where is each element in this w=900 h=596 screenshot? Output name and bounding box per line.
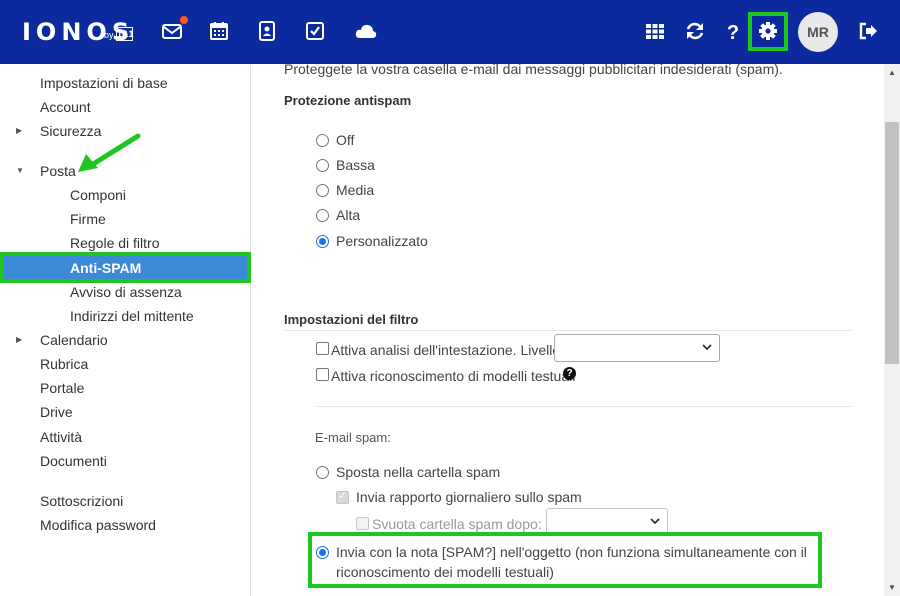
sidebar-item-impostazioni-di-base[interactable]: Impostazioni di base — [0, 71, 251, 95]
sidebar-item-drive[interactable]: Drive — [0, 400, 251, 424]
sidebar-item-firme[interactable]: Firme — [0, 207, 251, 231]
chevron-down-icon — [650, 518, 660, 525]
logout-icon[interactable] — [857, 20, 879, 42]
anti-spam-highlight-box — [0, 252, 251, 283]
sidebar-item-sottoscrizioni[interactable]: Sottoscrizioni — [0, 489, 251, 513]
sidebar-item-modifica-password[interactable]: Modifica password — [0, 513, 251, 537]
scrollbar-thumb[interactable] — [885, 122, 899, 364]
anti-spam-settings-panel: Proteggete la vostra casella e-mail dai … — [252, 61, 884, 596]
sidebar-item-label: Account — [40, 99, 91, 115]
radio-off[interactable] — [316, 134, 329, 147]
filter-section-title: Impostazioni del filtro — [284, 312, 419, 327]
sidebar-item-account[interactable]: Account — [0, 95, 251, 119]
radio-bassa[interactable] — [316, 159, 329, 172]
svg-text:?: ? — [727, 22, 739, 42]
send-with-note-highlight-box — [308, 532, 822, 588]
sidebar-item-label: Portale — [40, 380, 85, 396]
section-divider — [316, 406, 852, 407]
sidebar-item-label: Rubrica — [40, 356, 89, 372]
radio-alta-label[interactable]: Alta — [336, 207, 360, 223]
header-analysis-label[interactable]: Attiva analisi dell'intestazione. Livell… — [331, 342, 564, 358]
scroll-down-icon[interactable]: ▼ — [888, 583, 896, 592]
sidebar-item-label: Componi — [70, 187, 127, 203]
contacts-icon[interactable] — [256, 20, 278, 42]
radio-move-to-spam-label[interactable]: Sposta nella cartella spam — [336, 464, 500, 480]
intro-text: Proteggete la vostra casella e-mail dai … — [284, 61, 783, 77]
help-icon[interactable]: ? — [722, 20, 744, 42]
radio-personalizzato-label[interactable]: Personalizzato — [336, 233, 428, 249]
header-analysis-checkbox[interactable] — [316, 342, 329, 355]
top-bar: IONOS by 1&1 ? MR — [0, 0, 900, 64]
radio-alta[interactable] — [316, 209, 329, 222]
spam-email-label: E-mail spam: — [315, 430, 391, 445]
sidebar-item-componi[interactable]: Componi — [0, 183, 251, 207]
chevron-down-icon — [702, 344, 712, 351]
sidebar-item-label: Impostazioni di base — [40, 75, 168, 91]
radio-off-label[interactable]: Off — [336, 132, 354, 148]
cloud-icon[interactable] — [354, 20, 377, 42]
empty-spam-checkbox[interactable] — [356, 517, 369, 530]
vertical-scrollbar[interactable]: ▲ ▼ — [884, 64, 900, 596]
sidebar-item-label: Drive — [40, 404, 73, 420]
sidebar-item-label: Attività — [40, 429, 83, 445]
logo-by-text: by — [104, 30, 114, 40]
mail-notification-dot — [180, 16, 188, 24]
section-divider — [284, 330, 852, 331]
sidebar-item-attivita[interactable]: Attività — [0, 425, 251, 449]
sidebar-item-label: Sottoscrizioni — [40, 493, 124, 509]
tasks-icon[interactable] — [304, 20, 326, 42]
empty-spam-label[interactable]: Svuota cartella spam dopo: — [372, 516, 542, 532]
refresh-icon[interactable] — [684, 20, 706, 42]
sidebar-item-label: Modifica password — [40, 517, 156, 533]
sidebar-item-label: Indirizzi del mittente — [70, 308, 194, 324]
question-help-icon[interactable]: ? — [563, 367, 576, 380]
logo-brand-badge: 1&1 — [116, 27, 134, 41]
radio-personalizzato[interactable] — [316, 235, 329, 248]
sidebar-item-documenti[interactable]: Documenti — [0, 449, 251, 473]
green-arrow-annotation — [78, 133, 141, 172]
mail-icon[interactable] — [161, 20, 183, 42]
sidebar-item-label: Calendario — [40, 332, 108, 348]
caret-right-icon[interactable]: ▶ — [16, 119, 22, 143]
radio-bassa-label[interactable]: Bassa — [336, 157, 375, 173]
pattern-recognition-checkbox[interactable] — [316, 368, 329, 381]
settings-gear-icon[interactable] — [757, 20, 779, 42]
sidebar-item-label: Documenti — [40, 453, 107, 469]
sidebar-item-calendario[interactable]: ▶ Calendario — [0, 328, 251, 352]
sidebar-item-avviso-di-assenza[interactable]: Avviso di assenza — [0, 280, 251, 304]
user-avatar[interactable]: MR — [798, 12, 838, 52]
scroll-up-icon[interactable]: ▲ — [888, 68, 896, 77]
pattern-recognition-label[interactable]: Attiva riconoscimento di modelli testual… — [331, 368, 575, 384]
header-analysis-level-select[interactable] — [554, 334, 720, 362]
apps-grid-icon[interactable] — [644, 20, 666, 42]
caret-down-icon[interactable]: ▼ — [16, 159, 24, 183]
sidebar-item-label: Avviso di assenza — [70, 284, 182, 300]
sidebar-item-label: Firme — [70, 211, 106, 227]
calendar-icon[interactable] — [208, 20, 230, 42]
radio-media-label[interactable]: Media — [336, 182, 374, 198]
sidebar-item-indirizzi-del-mittente[interactable]: Indirizzi del mittente — [0, 304, 251, 328]
sidebar-item-label: Posta — [40, 163, 76, 179]
antispam-section-title: Protezione antispam — [284, 93, 412, 108]
radio-media[interactable] — [316, 184, 329, 197]
sidebar-item-rubrica[interactable]: Rubrica — [0, 352, 251, 376]
sidebar-item-portale[interactable]: Portale — [0, 376, 251, 400]
caret-right-icon[interactable]: ▶ — [16, 328, 22, 352]
radio-move-to-spam[interactable] — [316, 466, 329, 479]
daily-report-checkbox[interactable] — [336, 489, 349, 504]
daily-report-label[interactable]: Invia rapporto giornaliero sullo spam — [356, 489, 582, 505]
